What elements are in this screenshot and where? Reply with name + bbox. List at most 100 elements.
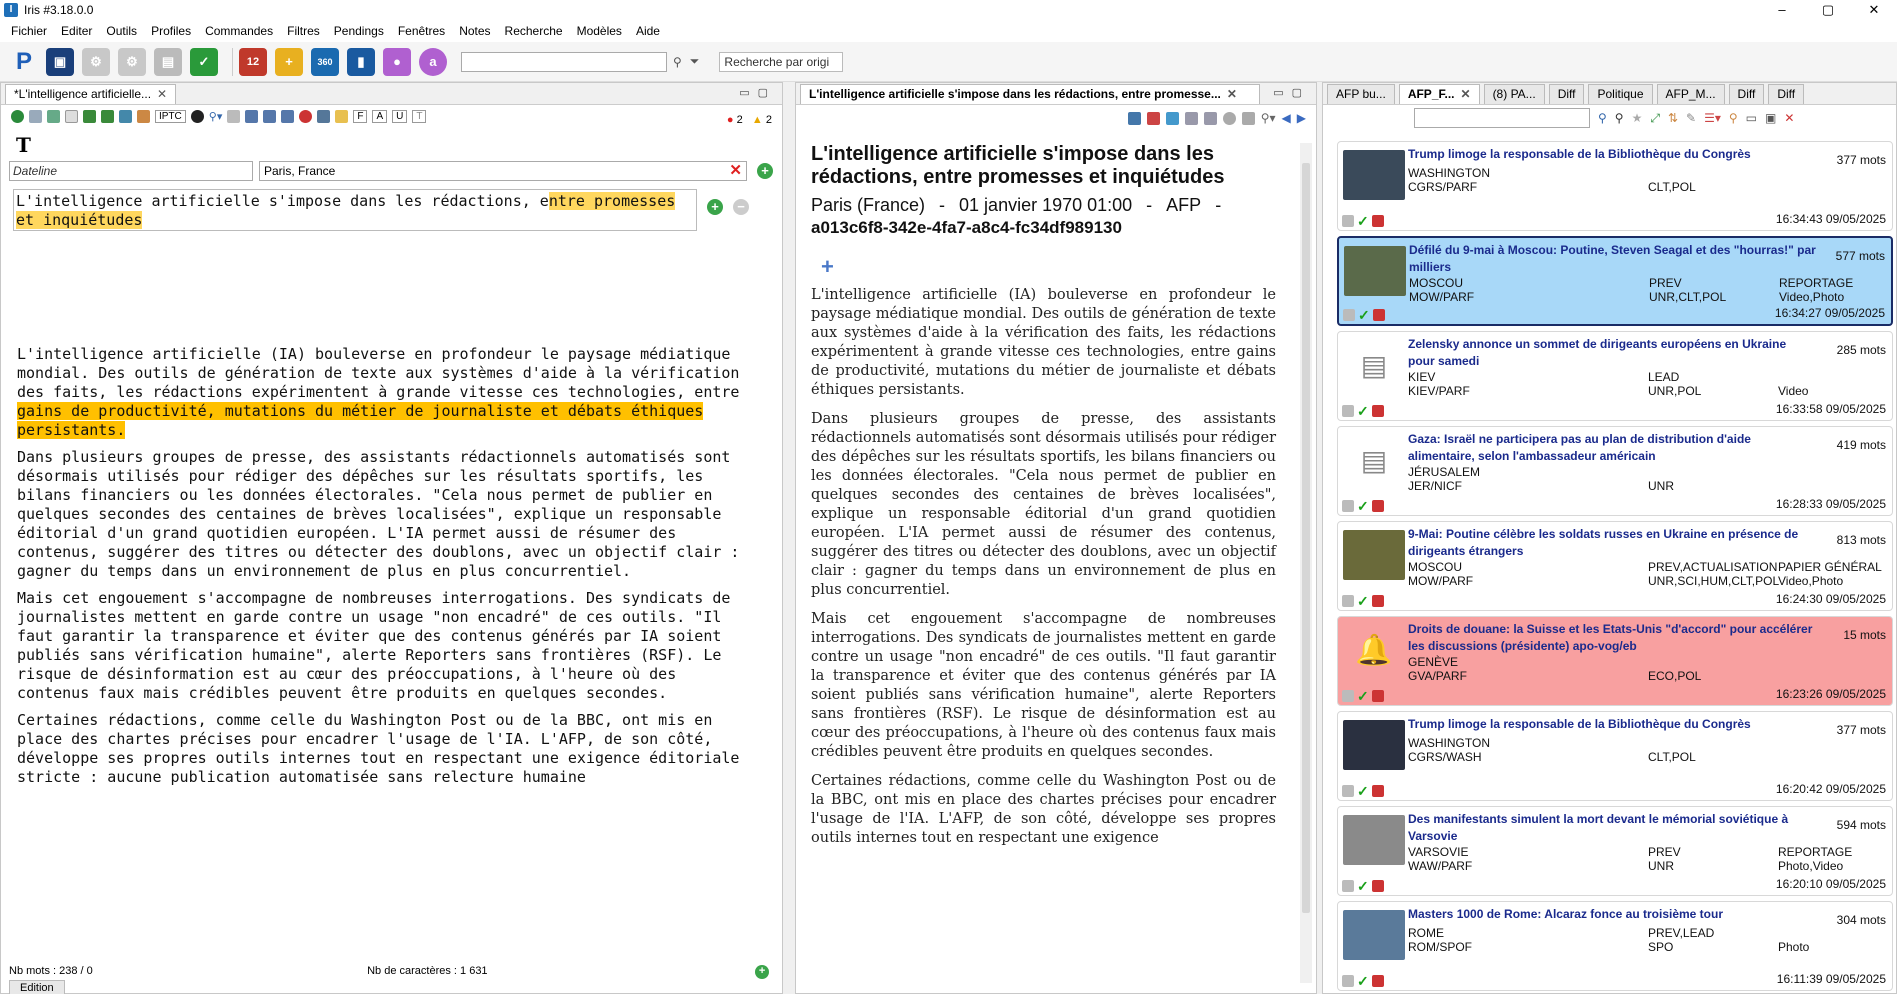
news-card[interactable]: ▤ Zelensky annonce un sommet de dirigeant… <box>1337 331 1893 421</box>
news-card[interactable]: Trump limoge la responsable de la Biblio… <box>1337 711 1893 801</box>
search-by-origin-field[interactable]: Recherche par origi <box>719 51 844 72</box>
expand-icon[interactable]: ⤢ <box>1650 111 1660 126</box>
minimize-button[interactable]: – <box>1759 0 1805 20</box>
microphone-icon[interactable]: ● <box>383 47 411 76</box>
filter-dropdown-icon[interactable]: ⏷ <box>690 54 700 69</box>
tab-pa[interactable]: (8) PA... <box>1483 84 1545 104</box>
news-card[interactable]: 9-Mai: Poutine célèbre les soldats russe… <box>1337 521 1893 611</box>
menu-pendings[interactable]: Pendings <box>327 24 391 38</box>
body-editor[interactable]: L'intelligence artificielle (IA) bouleve… <box>17 345 747 795</box>
panel-minmax-icon[interactable]: ▭▢ <box>739 86 776 99</box>
news-search-input[interactable] <box>1414 108 1590 128</box>
tab-afp-f[interactable]: AFP_F... ✕ <box>1398 84 1480 104</box>
news-title[interactable]: Trump limoge la responsable de la Biblio… <box>1408 146 1816 163</box>
photo-icon[interactable]: ▣ <box>1765 111 1776 125</box>
export-icon[interactable] <box>119 109 132 123</box>
tab-afp-bu[interactable]: AFP bu... <box>1327 84 1395 104</box>
undo-icon[interactable] <box>83 109 96 123</box>
scroll-thumb[interactable] <box>1302 163 1310 913</box>
close-tab-icon[interactable]: ✕ <box>1461 87 1471 101</box>
validate-check-icon[interactable]: ✓ <box>190 47 218 76</box>
news-card[interactable]: Défilé du 9-mai à Moscou: Poutine, Steve… <box>1337 236 1893 326</box>
warning-icon[interactable]: ▲ <box>752 114 763 126</box>
settings-gear-icon[interactable]: ⚙ <box>82 47 110 76</box>
new-note-icon[interactable]: + <box>275 47 303 76</box>
save-icon[interactable]: ▣ <box>46 47 74 76</box>
search-icon[interactable]: ⚲ <box>673 55 682 69</box>
field-a-button[interactable]: A <box>372 109 388 123</box>
attach-icon[interactable] <box>137 109 150 123</box>
clean-icon[interactable]: ✎ <box>1686 111 1696 125</box>
document-icon[interactable]: ▤ <box>154 47 182 76</box>
clear-dateline-icon[interactable]: ✕ <box>729 161 742 179</box>
headline-editor[interactable]: L'intelligence artificielle s'impose dan… <box>13 189 697 231</box>
copy-icon[interactable] <box>1203 111 1217 125</box>
menu-notes[interactable]: Notes <box>452 24 497 38</box>
menu-aide[interactable]: Aide <box>629 24 667 38</box>
pin-icon[interactable] <box>1146 111 1160 125</box>
add-headline-button[interactable]: + <box>707 199 723 215</box>
expand-plus-icon[interactable]: + <box>821 254 1276 280</box>
news-title[interactable]: Trump limoge la responsable de la Biblio… <box>1408 716 1816 733</box>
tab-politique[interactable]: Politique <box>1588 84 1653 104</box>
news-card[interactable]: 🔔 Droits de douane: la Suisse et les Etat… <box>1337 616 1893 706</box>
error-icon[interactable]: ● <box>727 114 734 126</box>
find-icon[interactable]: ⚲ <box>1729 111 1738 125</box>
menu-fenetres[interactable]: Fenêtres <box>391 24 452 38</box>
network-icon[interactable] <box>1165 111 1179 125</box>
news-title[interactable]: Défilé du 9-mai à Moscou: Poutine, Steve… <box>1409 242 1817 276</box>
advanced-search-icon[interactable]: ⚲ <box>1615 111 1624 125</box>
tab-afp-m[interactable]: AFP_M... <box>1656 84 1725 104</box>
news-search-icon[interactable]: ⚲ <box>1598 111 1607 125</box>
circle-icon[interactable] <box>190 109 204 123</box>
news-title[interactable]: Zelensky annonce un sommet de dirigeants… <box>1408 336 1816 370</box>
news-card[interactable]: ▤ Gaza: Israël ne participera pas au plan… <box>1337 426 1893 516</box>
edition-tab[interactable]: Edition <box>9 980 65 994</box>
sort-icon[interactable]: ⇅ <box>1668 111 1678 125</box>
preview-tab[interactable]: L'intelligence artificielle s'impose dan… <box>800 84 1260 104</box>
close-button[interactable]: ✕ <box>1851 0 1897 20</box>
menu-commandes[interactable]: Commandes <box>198 24 280 38</box>
check-grid-icon[interactable] <box>47 109 60 123</box>
tab-diff-3[interactable]: Diff <box>1768 84 1805 104</box>
close-tab-icon[interactable]: ✕ <box>157 87 167 101</box>
text-format-icon[interactable]: T <box>16 133 782 159</box>
share-icon[interactable] <box>1127 111 1141 125</box>
print-icon[interactable] <box>245 109 259 123</box>
compare-icon[interactable] <box>1241 111 1255 125</box>
spellcheck-icon[interactable] <box>263 109 277 123</box>
link-icon[interactable] <box>317 109 331 123</box>
redo-icon[interactable] <box>101 109 114 123</box>
stop-icon[interactable] <box>299 109 313 123</box>
menu-outils[interactable]: Outils <box>99 24 144 38</box>
prev-arrow-icon[interactable]: ◀ <box>1282 111 1291 125</box>
grid-360-icon[interactable]: 360 <box>311 47 339 76</box>
news-card[interactable]: Trump limoge la responsable de la Biblio… <box>1337 141 1893 231</box>
zoom-icon[interactable]: ⚲▾ <box>209 110 223 123</box>
news-title[interactable]: Droits de douane: la Suisse et les Etats… <box>1408 621 1816 655</box>
page-icon[interactable] <box>65 109 78 123</box>
editor-tab[interactable]: *L'intelligence artificielle... ✕ <box>5 84 177 104</box>
next-arrow-icon[interactable]: ▶ <box>1297 111 1306 125</box>
field-f-button[interactable]: F <box>353 109 368 123</box>
menu-recherche[interactable]: Recherche <box>498 24 570 38</box>
dateline-field[interactable]: Paris, France ✕ <box>259 161 747 181</box>
print-preview-icon[interactable] <box>1184 111 1198 125</box>
news-title[interactable]: 9-Mai: Poutine célèbre les soldats russe… <box>1408 526 1816 560</box>
refresh-icon[interactable] <box>11 109 24 123</box>
menu-filtres[interactable]: Filtres <box>280 24 327 38</box>
p-logo-icon[interactable]: P <box>10 48 38 76</box>
menu-modeles[interactable]: Modèles <box>570 24 629 38</box>
book-icon[interactable]: ▮ <box>347 47 375 76</box>
folder-icon[interactable] <box>335 109 349 123</box>
pin-red-icon[interactable]: ✕ <box>1784 111 1794 125</box>
list-view-icon[interactable]: ☰▾ <box>1704 111 1721 125</box>
menu-profiles[interactable]: Profiles <box>144 24 198 38</box>
preview-zoom-icon[interactable]: ⚲▾ <box>1261 111 1276 125</box>
status-add-button[interactable]: + <box>755 965 769 979</box>
maximize-button[interactable]: ▢ <box>1805 0 1851 20</box>
remove-headline-button[interactable]: − <box>733 199 749 215</box>
iptc-button[interactable]: IPTC <box>155 109 186 123</box>
window-icon[interactable]: ▭ <box>1746 111 1757 125</box>
field-t-button[interactable]: T <box>412 109 427 123</box>
